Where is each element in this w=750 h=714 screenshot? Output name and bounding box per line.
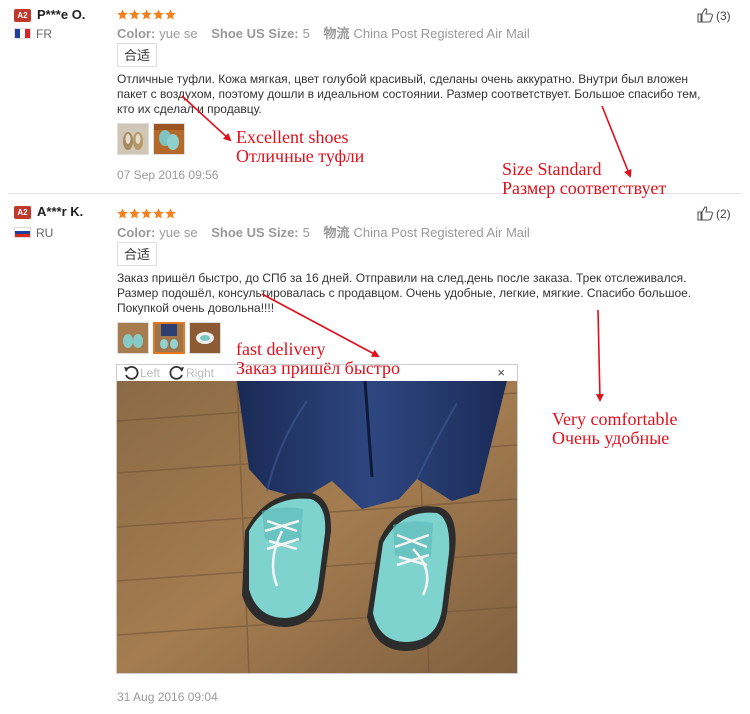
reviewer-name: P***e O. xyxy=(37,7,86,22)
review-thumbnails xyxy=(117,322,221,354)
photo-thumbnail[interactable] xyxy=(153,123,185,155)
annotation-ru: Отличные туфли xyxy=(236,146,365,166)
reviewer-name: A***r K. xyxy=(37,204,84,219)
rotate-left-icon xyxy=(124,365,139,380)
helpful-count: (3) xyxy=(716,8,731,23)
rating-stars xyxy=(117,9,176,20)
helpful-count: (2) xyxy=(716,206,731,221)
buyer-level-badge: A2 xyxy=(14,206,31,219)
close-icon[interactable]: × xyxy=(497,365,505,380)
shoes-thumbnail-image xyxy=(118,323,148,353)
color-label: Color: xyxy=(117,225,156,240)
star-icon xyxy=(165,208,176,219)
star-icon xyxy=(129,208,140,219)
reviewer-country: FR xyxy=(36,27,52,41)
shoes-photo-image xyxy=(117,381,517,673)
shoes-thumbnail-image xyxy=(154,124,184,154)
order-details: Color: yue se Shoe US Size: 5 物流 China Post… xyxy=(117,23,530,42)
helpful-button[interactable]: (2) xyxy=(697,206,731,221)
review-text: Заказ пришёл быстро, до СПб за 16 дней. … xyxy=(117,271,692,315)
reviewer-country: RU xyxy=(36,226,54,240)
annotation-en: fast delivery xyxy=(236,339,326,359)
review-date: 07 Sep 2016 09:56 xyxy=(117,168,219,182)
rotate-left-label: Left xyxy=(140,366,161,380)
annotation-fast-delivery: fast delivery Заказ пришёл быстро xyxy=(236,340,400,378)
review-photo xyxy=(117,381,517,673)
star-icon xyxy=(117,9,128,20)
rotate-right-icon xyxy=(169,365,184,380)
thumbs-up-icon xyxy=(697,8,714,23)
rotate-left-button[interactable]: Left xyxy=(123,365,160,381)
shoes-thumbnail-image xyxy=(155,324,183,352)
review-item: A2 A***r K. RU Color: yue se Shoe US Size… xyxy=(0,196,750,714)
photo-viewer: Left Right × xyxy=(116,364,518,674)
rotate-right-button[interactable]: Right xyxy=(169,365,214,381)
photo-thumbnail-selected[interactable] xyxy=(153,322,185,354)
size-value: 5 xyxy=(302,225,310,240)
size-label: Shoe US Size: xyxy=(211,225,299,240)
buyer-level-badge: A2 xyxy=(14,9,31,22)
shipping-value: China Post Registered Air Mail xyxy=(353,26,530,41)
color-label: Color: xyxy=(117,26,156,41)
review-thumbnails xyxy=(117,123,185,155)
shipping-label: 物流 xyxy=(323,26,350,41)
star-icon xyxy=(141,208,152,219)
thumbs-up-icon xyxy=(697,206,714,221)
annotation-en: Very comfortable xyxy=(552,409,678,429)
star-icon xyxy=(141,9,152,20)
annotation-ru: Очень удобные xyxy=(552,428,670,448)
helpful-button[interactable]: (3) xyxy=(697,8,731,23)
annotation-ru: Заказ пришёл быстро xyxy=(236,358,401,378)
review-tag: 合适 xyxy=(117,43,157,67)
annotation-very-comfortable: Very comfortable Очень удобные xyxy=(552,410,677,448)
rating-stars xyxy=(117,208,176,219)
color-value: yue se xyxy=(159,225,198,240)
review-text: Отличные туфли. Кожа мягкая, цвет голубо… xyxy=(117,72,701,116)
annotation-en: Size Standard xyxy=(502,159,602,179)
flag-fr-icon xyxy=(14,28,31,39)
shipping-label: 物流 xyxy=(323,225,350,240)
shoes-thumbnail-image xyxy=(190,323,220,353)
color-value: yue se xyxy=(159,26,198,41)
review-tag: 合适 xyxy=(117,242,157,266)
star-icon xyxy=(153,9,164,20)
star-icon xyxy=(129,9,140,20)
size-label: Shoe US Size: xyxy=(211,26,299,41)
annotation-en: Excellent shoes xyxy=(236,127,349,147)
star-icon xyxy=(117,208,128,219)
photo-thumbnail[interactable] xyxy=(189,322,221,354)
review-date: 31 Aug 2016 09:04 xyxy=(117,690,218,704)
rotate-right-label: Right xyxy=(186,366,215,380)
shipping-value: China Post Registered Air Mail xyxy=(353,225,530,240)
photo-thumbnail[interactable] xyxy=(117,322,149,354)
size-value: 5 xyxy=(302,26,310,41)
annotation-size-standard: Size Standard Размер соответствует xyxy=(502,160,666,198)
flag-ru-icon xyxy=(14,227,31,238)
photo-thumbnail[interactable] xyxy=(117,123,149,155)
star-icon xyxy=(165,9,176,20)
star-icon xyxy=(153,208,164,219)
order-details: Color: yue se Shoe US Size: 5 物流 China Post… xyxy=(117,222,530,241)
annotation-excellent-shoes: Excellent shoes Отличные туфли xyxy=(236,128,364,166)
shoes-thumbnail-image xyxy=(118,124,148,154)
annotation-ru: Размер соответствует xyxy=(502,178,667,198)
